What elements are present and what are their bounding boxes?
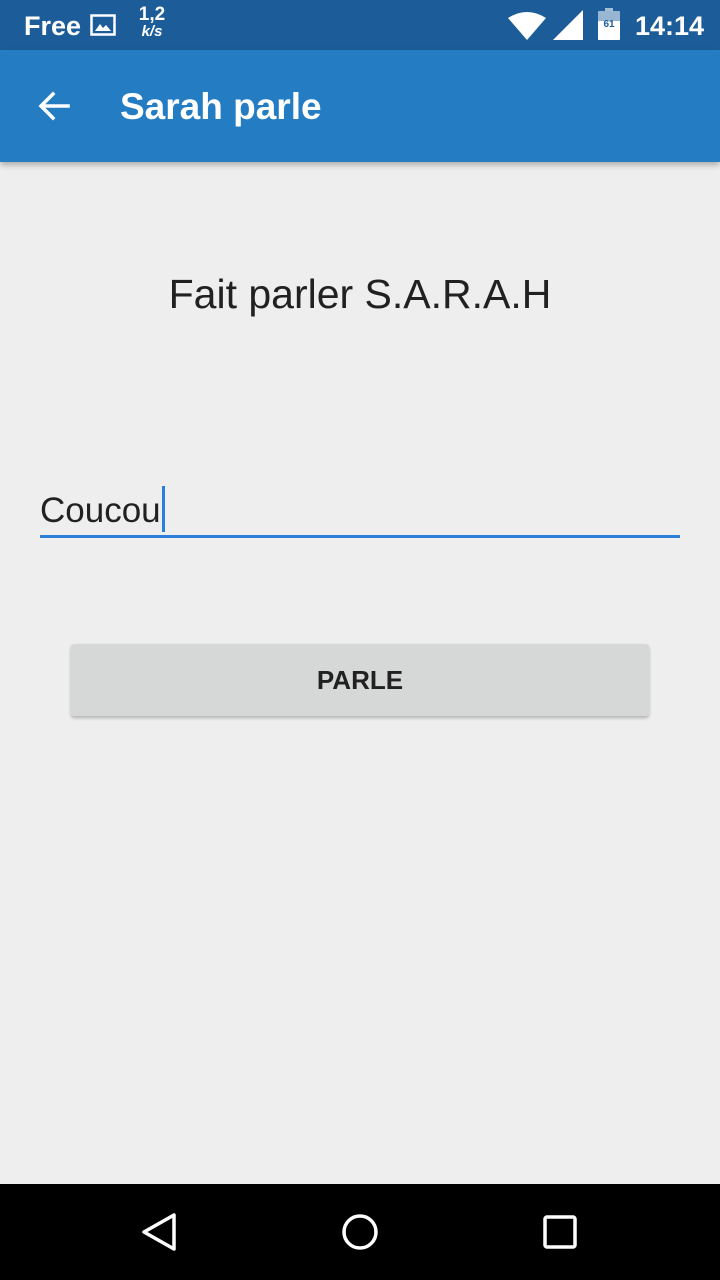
image-icon [90,14,116,36]
battery-level: 61 [603,19,615,30]
nav-back-icon [142,1213,176,1251]
arrow-back-icon [38,91,70,121]
text-cursor [161,486,165,532]
app-bar: Sarah parle [0,50,720,162]
status-bar: Free 1,2 k/s 61 14:14 [0,0,720,50]
clock: 14:14 [634,11,704,41]
wifi-icon [508,12,546,40]
signal-icon [553,10,583,40]
speech-text-input[interactable]: Coucou [40,478,680,538]
navigation-bar [0,1184,720,1280]
app-title: Sarah parle [120,86,322,127]
nav-back-button[interactable] [130,1202,190,1262]
nav-recents-icon [543,1215,577,1249]
page-heading: Fait parler S.A.R.A.H [168,271,552,317]
carrier-name: Free [24,11,82,41]
nav-home-button[interactable] [330,1202,390,1262]
network-speed: 1,2 k/s [137,4,167,40]
input-text: Coucou [40,491,161,530]
speech-text-value: Coucou [40,486,165,532]
screen: Free 1,2 k/s 61 14:14 Sarah parle Fait p… [0,0,720,1280]
parle-button[interactable]: PARLE [71,644,649,716]
nav-recents-button[interactable] [530,1202,590,1262]
network-speed-unit: k/s [141,23,163,40]
nav-home-icon [342,1214,378,1250]
network-speed-value: 1,2 [138,4,166,25]
back-button[interactable] [24,76,84,136]
